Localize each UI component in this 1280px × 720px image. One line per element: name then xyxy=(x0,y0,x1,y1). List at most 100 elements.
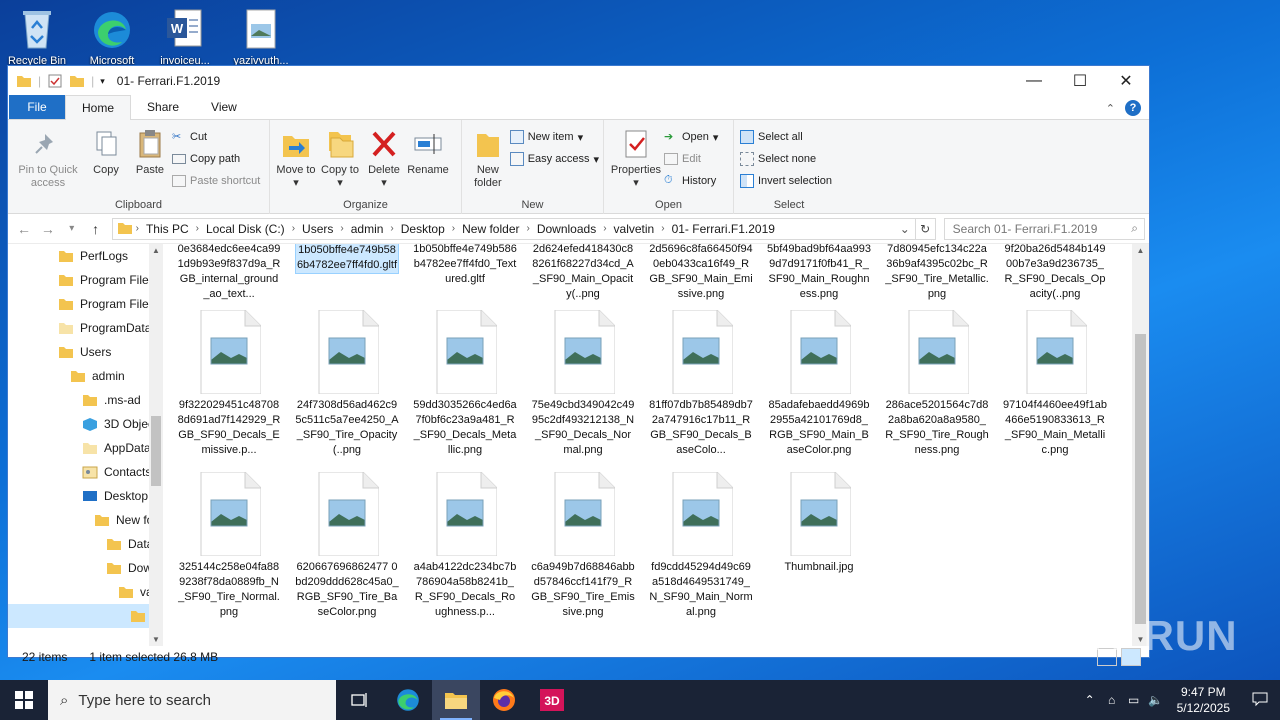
notifications-icon[interactable] xyxy=(1240,691,1280,710)
clock[interactable]: 9:47 PM 5/12/2025 xyxy=(1167,684,1240,716)
nav-item[interactable]: 01- Ferrari.F1.2019 xyxy=(8,604,163,628)
file-item[interactable]: 1b050bffe4e749b586b4782ee7ff4fd0.gltf xyxy=(295,244,399,274)
nav-item[interactable]: Contacts xyxy=(8,460,163,484)
invert-selection-button[interactable]: Invert selection xyxy=(740,172,832,190)
file-list-scrollbar[interactable]: ▲ ▼ xyxy=(1132,244,1149,646)
file-item[interactable]: 97104f4460ee49f1ab466e5190833613_R_SF90_… xyxy=(1003,310,1107,458)
file-item[interactable]: a4ab4122dc234bc7b786904a58b8241b_R_SF90_… xyxy=(413,472,517,620)
desktop-icon-image-file[interactable]: yazivvuth... xyxy=(226,6,296,67)
maximize-button[interactable]: ☐ xyxy=(1057,66,1103,96)
breadcrumb-this-pc[interactable]: This PC xyxy=(142,222,193,236)
breadcrumb-users[interactable]: Users xyxy=(298,222,337,236)
breadcrumb-downloads[interactable]: Downloads xyxy=(533,222,600,236)
taskbar-firefox[interactable] xyxy=(480,680,528,720)
easy-access-button[interactable]: Easy access ▾ xyxy=(509,150,599,168)
paste-shortcut-button[interactable]: Paste shortcut xyxy=(172,172,260,190)
file-item[interactable]: 2d624efed418430c88261f68227d34cd_A_SF90_… xyxy=(531,244,635,302)
image-file-icon xyxy=(200,472,261,556)
nav-item[interactable]: valvetin xyxy=(8,580,163,604)
tab-view[interactable]: View xyxy=(195,95,253,119)
file-item[interactable]: 0e3684edc6ee4ca991d9b93e9f837d9a_RGB_int… xyxy=(177,244,281,302)
taskbar-file-explorer[interactable] xyxy=(432,680,480,720)
open-button[interactable]: ➔ Open ▾ xyxy=(664,128,718,146)
nav-item[interactable]: Users xyxy=(8,340,163,364)
breadcrumb-valvetin[interactable]: valvetin xyxy=(610,222,659,236)
properties-icon[interactable] xyxy=(47,74,63,88)
display-icon[interactable]: ▭ xyxy=(1123,693,1145,707)
task-view-icon xyxy=(351,693,367,707)
taskbar-edge[interactable] xyxy=(384,680,432,720)
file-item[interactable]: 85adafebaedd4969b2955a42101769d8_RGB_SF9… xyxy=(767,310,871,458)
recent-locations-icon[interactable]: ▾ xyxy=(60,223,84,234)
task-view-button[interactable] xyxy=(336,680,384,720)
file-item[interactable]: fd9cdd45294d49c69a518d4649531749_N_SF90_… xyxy=(649,472,753,620)
breadcrumb-admin[interactable]: admin xyxy=(347,222,388,236)
collapse-ribbon-icon[interactable]: ⌃ xyxy=(1106,102,1115,115)
file-item[interactable]: 5bf49bad9bf64aa9939d7d9171f0fb41_R_SF90_… xyxy=(767,244,871,302)
address-bar[interactable]: › This PC › Local Disk (C:) › Users › admin… xyxy=(111,217,916,240)
file-item[interactable]: 24f7308d56ad462c95c511c5a7ee4250_A_SF90_… xyxy=(295,310,399,458)
taskbar-search-input[interactable]: ⌕ Type here to search xyxy=(48,680,336,720)
image-file-icon xyxy=(436,310,497,394)
file-item[interactable]: 325144c258e04fa889238f78da0889fb_N_SF90_… xyxy=(177,472,281,620)
desktop-icon-recycle-bin[interactable]: Recycle Bin xyxy=(2,6,72,67)
nav-item[interactable]: Program Files xyxy=(8,268,163,292)
address-dropdown-icon[interactable]: ⌄ xyxy=(895,222,915,236)
new-folder-icon[interactable] xyxy=(69,74,85,88)
history-button[interactable]: ⏱ History xyxy=(664,172,718,190)
tab-share[interactable]: Share xyxy=(131,95,195,119)
new-item-button[interactable]: New item ▾ xyxy=(509,128,599,146)
file-item[interactable]: 2d5696c8fa66450f940eb0433ca16f49_RGB_SF9… xyxy=(649,244,753,302)
start-button[interactable] xyxy=(0,680,48,720)
edit-button[interactable]: Edit xyxy=(664,150,718,168)
select-all-button[interactable]: Select all xyxy=(740,128,832,146)
file-item[interactable]: c6a949b7d68846abbd57846ccf141f79_RGB_SF9… xyxy=(531,472,635,620)
help-icon[interactable]: ? xyxy=(1125,100,1141,116)
file-item[interactable]: 81ff07db7b85489db72a747916c17b11_RGB_SF9… xyxy=(649,310,753,458)
nav-item[interactable]: AppData xyxy=(8,436,163,460)
file-name: 24f7308d56ad462c95c511c5a7ee4250_A_SF90_… xyxy=(295,399,399,456)
nav-item[interactable]: New folder xyxy=(8,508,163,532)
refresh-icon[interactable]: ↻ xyxy=(915,217,936,240)
volume-icon[interactable]: 🔈 xyxy=(1145,693,1167,707)
nav-item[interactable]: ProgramData xyxy=(8,316,163,340)
back-icon[interactable]: ← xyxy=(12,221,36,237)
select-none-button[interactable]: Select none xyxy=(740,150,832,168)
copy-path-button[interactable]: Copy path xyxy=(172,150,260,168)
breadcrumb-new-folder[interactable]: New folder xyxy=(458,222,523,236)
nav-item[interactable]: Desktop xyxy=(8,484,163,508)
search-input[interactable]: Search 01- Ferrari.F1.2019 ⌕ xyxy=(943,217,1145,240)
customize-quick-access-icon[interactable]: ▾ xyxy=(100,76,105,87)
nav-scrollbar[interactable]: ▲ ▼ xyxy=(149,244,163,646)
breadcrumb-desktop[interactable]: Desktop xyxy=(397,222,449,236)
file-item[interactable]: 7d80945efc134c22a36b9af4395c02bc_R_SF90_… xyxy=(885,244,989,302)
show-hidden-icons-icon[interactable]: ⌃ xyxy=(1079,693,1101,707)
breadcrumb-current-folder[interactable]: 01- Ferrari.F1.2019 xyxy=(668,222,779,236)
nav-item[interactable]: PerfLogs xyxy=(8,244,163,268)
close-button[interactable]: ✕ xyxy=(1103,66,1149,96)
tab-home[interactable]: Home xyxy=(65,95,132,120)
nav-item[interactable]: Program Files xyxy=(8,292,163,316)
up-icon[interactable]: ↑ xyxy=(84,221,108,237)
taskbar-3d-app[interactable]: 3D xyxy=(528,680,576,720)
network-icon[interactable]: ⌂ xyxy=(1101,693,1123,707)
breadcrumb-local-disk[interactable]: Local Disk (C:) xyxy=(202,222,289,236)
nav-item[interactable]: 3D Objects xyxy=(8,412,163,436)
tab-file[interactable]: File xyxy=(9,95,65,119)
file-item[interactable]: 9f20ba26d5484b14900b7e3a9d236735_R_SF90_… xyxy=(1003,244,1107,302)
forward-icon[interactable]: → xyxy=(36,221,60,237)
nav-item[interactable]: Data xyxy=(8,532,163,556)
nav-item[interactable]: .ms-ad xyxy=(8,388,163,412)
file-item[interactable]: Thumbnail.jpg xyxy=(767,472,871,575)
file-item[interactable]: 59dd3035266c4ed6a7f0bf6c23a9a481_R_SF90_… xyxy=(413,310,517,458)
file-item[interactable]: 75e49cbd349042c4995c2df493212138_N_SF90_… xyxy=(531,310,635,458)
nav-item[interactable]: admin xyxy=(8,364,163,388)
cut-button[interactable]: ✂ Cut xyxy=(172,128,260,146)
minimize-button[interactable]: — xyxy=(1011,66,1057,96)
desktop-icon-word-doc[interactable]: W invoiceu... xyxy=(150,6,220,67)
file-item[interactable]: 620667696862477 0bd209ddd628c45a0_RGB_SF… xyxy=(295,472,399,620)
file-item[interactable]: 1b050bffe4e749b586b4782ee7ff4fd0_Texture… xyxy=(413,244,517,287)
nav-item[interactable]: Downloads xyxy=(8,556,163,580)
file-item[interactable]: 9f322029451c487088d691ad7f142929_RGB_SF9… xyxy=(177,310,281,458)
file-item[interactable]: 286ace5201564c7d82a8ba620a8a9580_R_SF90_… xyxy=(885,310,989,458)
